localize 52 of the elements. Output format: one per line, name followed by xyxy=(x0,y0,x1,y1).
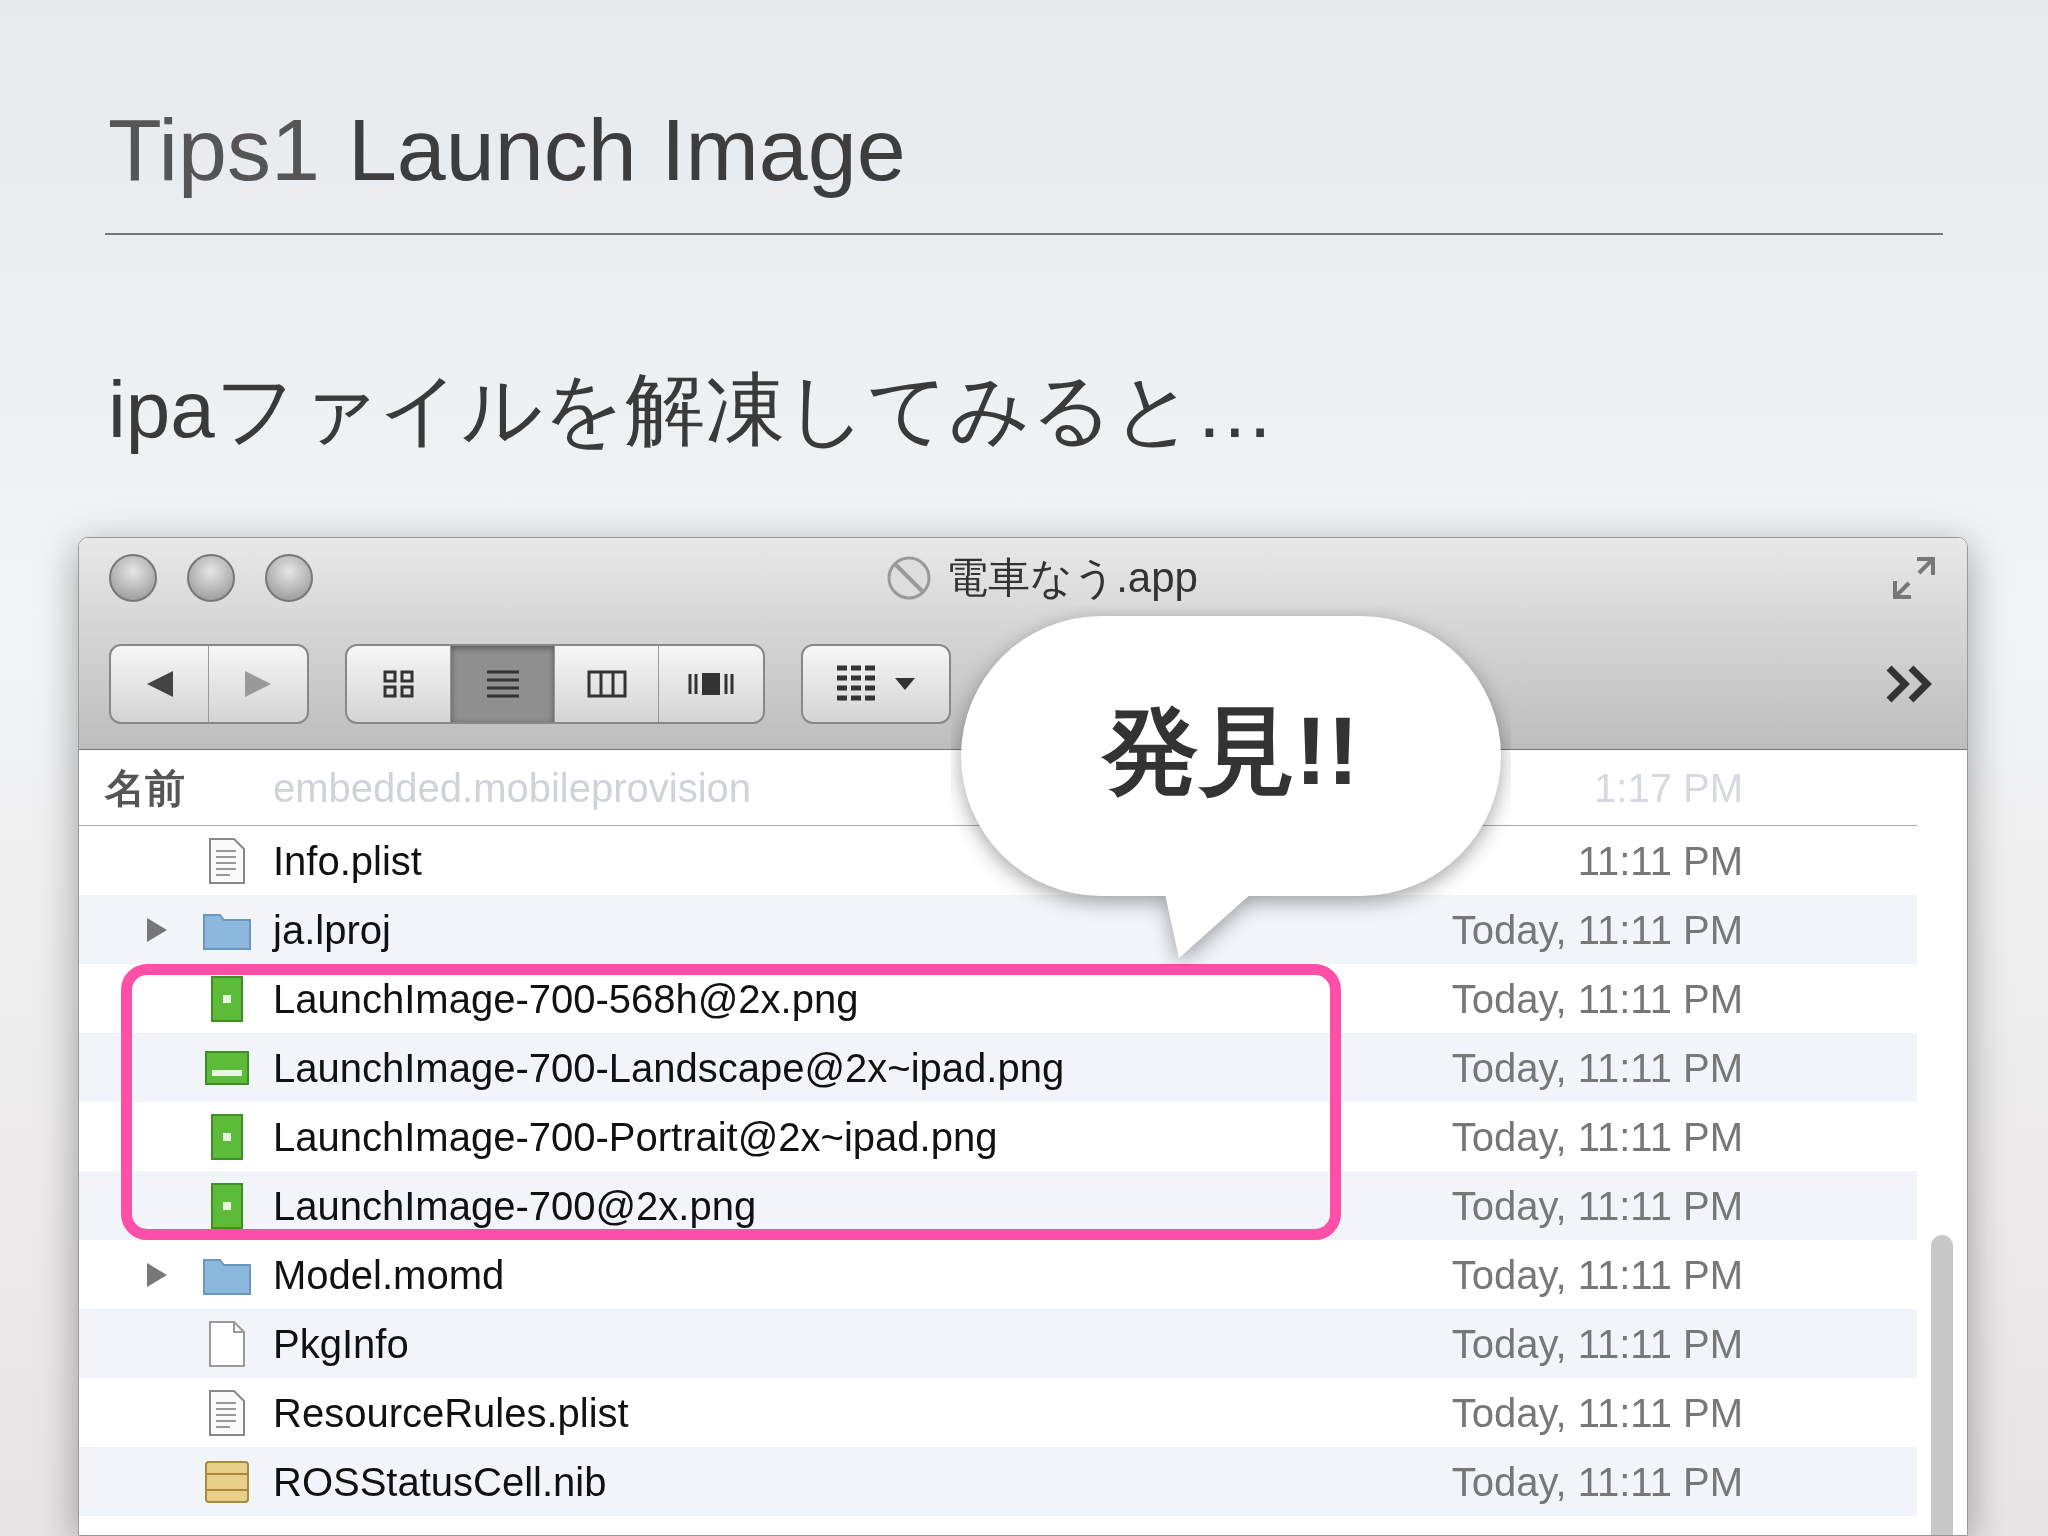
caret-icon xyxy=(893,675,917,692)
window-control[interactable] xyxy=(265,554,313,602)
slide-title: Launch Image xyxy=(347,99,906,201)
list-view-icon xyxy=(484,668,521,699)
file-name: ROSStatusCell.nib xyxy=(273,1458,608,1506)
slide-subtitle: ipaファイルを解凍してみると… xyxy=(108,365,1275,454)
nib-file-icon xyxy=(204,1459,250,1504)
file-date: Today, 11:11 PM xyxy=(1450,1458,1743,1506)
icon-view-icon xyxy=(381,668,416,699)
file-name: LaunchImage-700-568h@2x.png xyxy=(273,975,860,1023)
callout-text: 発見!! xyxy=(1100,696,1360,806)
file-name: ja.lproj xyxy=(273,906,392,954)
document-icon xyxy=(207,836,247,885)
forward-icon xyxy=(243,668,273,699)
image-file-icon xyxy=(204,1049,250,1086)
file-name: PkgInfo xyxy=(273,1320,410,1368)
file-date: Today, 11:11 PM xyxy=(1450,1389,1743,1437)
disclosure-triangle[interactable] xyxy=(145,915,169,944)
file-date: Today, 11:11 PM xyxy=(1450,1182,1743,1230)
app-icon xyxy=(886,555,933,601)
file-date: Today, 11:11 PM xyxy=(1450,1113,1743,1161)
fullscreen-icon[interactable] xyxy=(1891,555,1937,601)
scrollbar-thumb[interactable] xyxy=(1931,1235,1953,1535)
file-name: LaunchImage-700-Landscape@2x~ipad.png xyxy=(273,1044,1066,1092)
window-control[interactable] xyxy=(187,554,235,602)
file-name: Model.momd xyxy=(273,1251,506,1299)
file-date: Today, 11:11 PM xyxy=(1450,975,1743,1023)
arrange-button[interactable] xyxy=(801,643,951,724)
disclosure-triangle[interactable] xyxy=(145,1260,169,1289)
file-row[interactable]: ja.lproj Today, 11:11 PM xyxy=(79,895,1917,964)
file-name: Info.plist xyxy=(273,837,423,885)
file-row[interactable]: LaunchImage-700-Landscape@2x~ipad.png Today, 11:11 PM xyxy=(79,1033,1917,1102)
file-row[interactable]: ROSStatusCell.nib Today, 11:11 PM xyxy=(79,1447,1917,1516)
file-name: LaunchImage-700@2x.png xyxy=(273,1182,758,1230)
column-view-icon xyxy=(586,668,627,699)
file-date: Today, 11:11 PM xyxy=(1450,1044,1743,1092)
image-file-icon xyxy=(210,974,244,1023)
window-control[interactable] xyxy=(109,554,157,602)
slide-title-prefix: Tips1 xyxy=(108,99,320,201)
file-name: ResourceRules.plist xyxy=(273,1389,630,1437)
file-date: Today, 11:11 PM xyxy=(1450,906,1743,954)
file-name: LaunchImage-700-Portrait@2x~ipad.png xyxy=(273,1113,999,1161)
file-date: 11:11 PM xyxy=(1576,837,1743,885)
image-file-icon xyxy=(210,1181,244,1230)
document-icon xyxy=(207,1388,247,1437)
blank-file-icon xyxy=(207,1319,247,1368)
file-row[interactable]: PkgInfo Today, 11:11 PM xyxy=(79,1309,1917,1378)
name-column-header[interactable]: 名前 xyxy=(79,757,229,818)
file-date: Today, 11:11 PM xyxy=(1450,1251,1743,1299)
image-file-icon xyxy=(210,1112,244,1161)
file-date: Today, 11:11 PM xyxy=(1450,1320,1743,1368)
window-title: 電車なう.app xyxy=(946,554,1198,602)
